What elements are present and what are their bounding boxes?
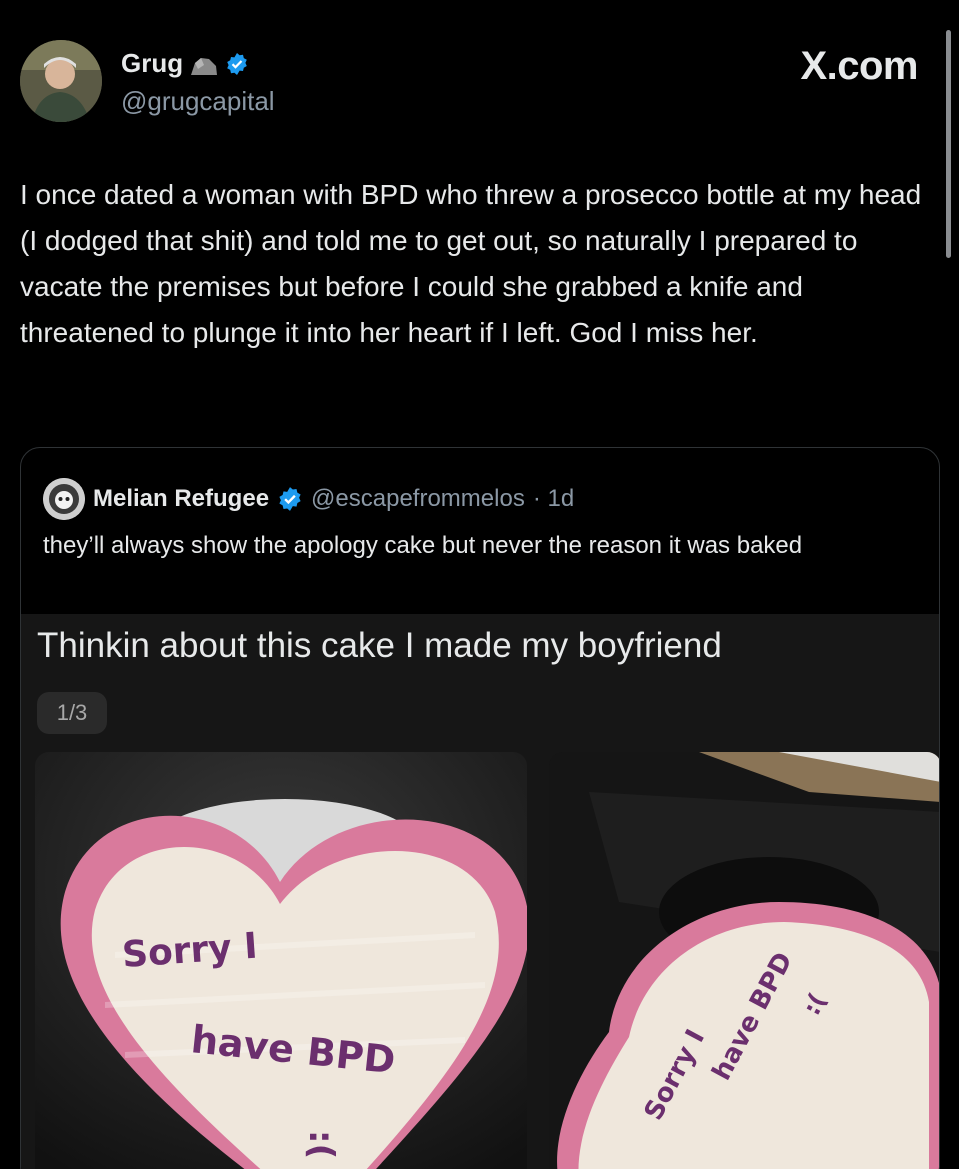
cake-photo-2[interactable]: Sorry I have BPD :( (549, 752, 939, 1169)
rock-icon (189, 53, 219, 75)
post-header: Grug @grugcapital X.com (20, 40, 939, 122)
author-name[interactable]: Grug (121, 48, 183, 79)
avatar[interactable] (20, 40, 102, 122)
quoted-author-handle[interactable]: @escapefrommelos (311, 485, 525, 513)
quoted-post-header: Melian Refugee @escapefrommelos · 1d (43, 478, 574, 520)
scrollbar[interactable] (946, 30, 951, 258)
cake1-face: :( (301, 1130, 341, 1159)
quoted-author-name[interactable]: Melian Refugee (93, 485, 269, 513)
post-text: I once dated a woman with BPD who threw … (20, 179, 922, 348)
quoted-post-text: they’ll always show the apology cake but… (43, 532, 803, 559)
author-handle[interactable]: @grugcapital (121, 86, 275, 117)
brand-logo-text: X.com (800, 44, 918, 88)
author-name-row[interactable]: Grug (121, 48, 249, 79)
quoted-avatar[interactable] (43, 478, 85, 520)
cake-photo-1[interactable]: Sorry I have BPD :( (35, 752, 527, 1169)
image-counter: 1/3 (37, 692, 107, 734)
embedded-media-post[interactable]: Thinkin about this cake I made my boyfri… (21, 614, 939, 1169)
verified-badge-icon (225, 52, 249, 76)
quoted-timestamp[interactable]: · 1d (533, 485, 574, 513)
embed-title: Thinkin about this cake I made my boyfri… (37, 626, 722, 665)
verified-badge-icon (277, 486, 303, 512)
quoted-post[interactable]: Melian Refugee @escapefrommelos · 1d the… (20, 447, 940, 1169)
